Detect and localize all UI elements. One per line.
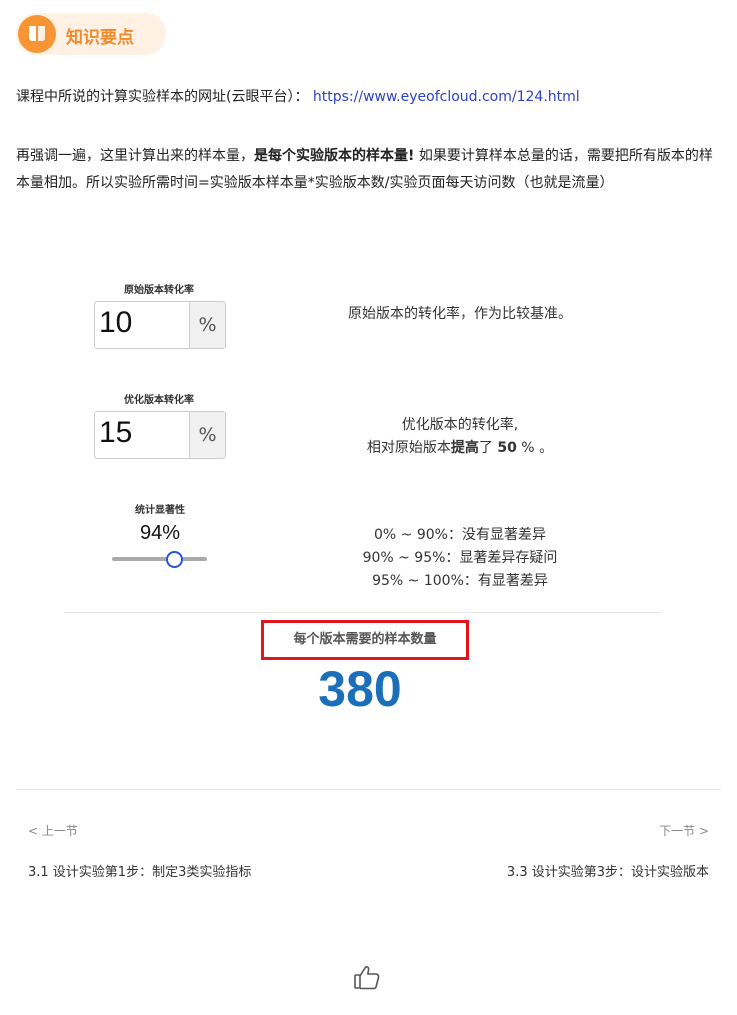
significance-value: 94%	[139, 522, 181, 544]
sample-url-paragraph: 课程中所说的计算实验样本的网址(云眼平台）： https://www.eyeof…	[16, 84, 721, 111]
significance-label: 统计显著性	[135, 505, 185, 516]
significance-desc-1: 0% ~ 90%：没有显著差异	[374, 527, 546, 543]
note-paragraph: 再强调一遍，这里计算出来的样本量，是每个实验版本的样本量! 如果要计算样本总量的…	[16, 143, 721, 197]
sample-url-link[interactable]: https://www.eyeofcloud.com/124.html	[313, 89, 580, 105]
original-rate-value[interactable]: 10	[99, 306, 132, 340]
optimized-rate-input[interactable]: 15 %	[94, 411, 226, 459]
next-section-hint[interactable]: 下一节 >	[620, 822, 709, 839]
optimized-desc-line1: 优化版本的转化率,	[401, 417, 519, 433]
original-rate-desc: 原始版本的转化率，作为比较基准。	[348, 306, 572, 322]
original-rate-label: 原始版本转化率	[124, 285, 194, 296]
book-icon	[18, 15, 56, 53]
section-badge: 知识要点	[16, 13, 166, 55]
prev-section-link[interactable]: 3.1 设计实验第1步：制定3类实验指标	[28, 861, 251, 880]
optimized-rate-value[interactable]: 15	[99, 416, 132, 450]
result-value: 380	[318, 661, 402, 717]
optimized-desc-bold: 提高	[450, 440, 479, 456]
optimized-rate-desc: 优化版本的转化率, 相对原始版本提高了 50 % 。	[320, 414, 600, 460]
next-section-link[interactable]: 3.3 设计实验第3步：设计实验版本	[420, 861, 709, 880]
original-rate-input[interactable]: 10 %	[94, 301, 226, 349]
significance-desc: 0% ~ 90%：没有显著差异 90% ~ 95%：显著差异存疑问 95% ~ …	[320, 524, 600, 593]
optimized-desc-mid: 了	[478, 440, 498, 456]
optimized-rate-unit: %	[189, 412, 225, 458]
result-label: 每个版本需要的样本数量	[261, 620, 469, 660]
significance-desc-2: 90% ~ 95%：显著差异存疑问	[362, 550, 558, 566]
optimized-desc-suffix: % 。	[516, 440, 554, 456]
prev-section-hint[interactable]: < 上一节	[28, 822, 78, 839]
note-text-1: 再强调一遍，这里计算出来的样本量，	[16, 148, 254, 164]
note-bold: 是每个实验版本的样本量!	[254, 148, 415, 164]
significance-slider-thumb[interactable]	[166, 551, 183, 568]
significance-desc-3: 95% ~ 100%：有显著差异	[372, 573, 548, 589]
calculator-divider	[64, 612, 662, 613]
optimized-desc-number: 50	[497, 440, 517, 456]
url-prefix: 课程中所说的计算实验样本的网址(云眼平台）：	[16, 89, 309, 105]
thumbs-up-icon[interactable]	[352, 962, 382, 996]
nav-divider	[16, 789, 721, 790]
optimized-desc-line2: 相对原始版本提高了 50 % 。	[320, 437, 600, 460]
original-rate-unit: %	[189, 302, 225, 348]
optimized-rate-label: 优化版本转化率	[124, 395, 194, 406]
significance-slider[interactable]	[112, 557, 207, 561]
optimized-desc-prefix: 相对原始版本	[366, 440, 451, 456]
section-title: 知识要点	[66, 28, 134, 48]
